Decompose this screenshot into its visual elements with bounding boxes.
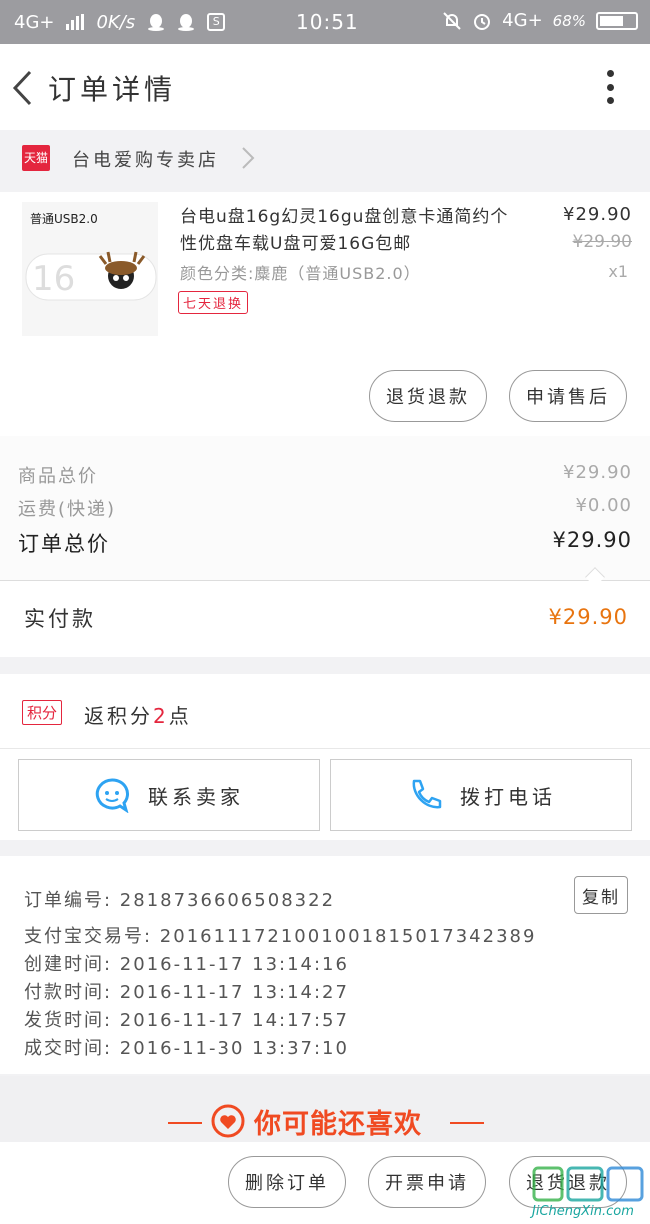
watermark-url: JiChengXin.com	[532, 1204, 634, 1219]
summary-label: 订单总价	[18, 532, 110, 556]
tmall-badge: 天猫	[22, 145, 50, 171]
speed-indicator: 0K/s	[96, 11, 136, 33]
summary-value: ¥29.90	[563, 462, 632, 483]
product-title[interactable]: 台电u盘16g幻灵16gu盘创意卡通简约个性优盘车载U盘可爱16G包邮	[180, 204, 520, 258]
divider	[450, 1122, 484, 1124]
summary-row-shipping: 运费(快递) ¥0.00	[18, 495, 632, 521]
phone-icon	[412, 779, 442, 809]
signal-icon	[66, 14, 85, 30]
qq-icon	[148, 14, 165, 31]
product-price: ¥29.90	[563, 204, 632, 225]
price-summary: 商品总价 ¥29.90 运费(快递) ¥0.00 订单总价 ¥29.90	[0, 436, 650, 580]
paid-time: 付款时间: 2016-11-17 13:14:27	[24, 982, 349, 1003]
summary-value: ¥29.90	[552, 528, 632, 552]
alipay-transaction-number: 支付宝交易号: 2016111721001001815017342389	[24, 926, 537, 947]
shipped-time: 发货时间: 2016-11-17 14:17:57	[24, 1010, 349, 1031]
network-indicator: 4G+	[502, 10, 543, 31]
network-indicator: 4G+	[14, 11, 55, 33]
svg-text:16: 16	[32, 259, 75, 299]
amount-paid-row: 实付款 ¥29.90	[0, 581, 650, 657]
watermark-logo: JiChengXin.com	[530, 1164, 648, 1222]
watermark-emblem	[532, 1166, 644, 1202]
return-policy-tag: 七天退换	[178, 291, 249, 314]
usb-drive-illustration: 16	[25, 251, 157, 301]
s-app-icon: S	[207, 13, 226, 31]
chevron-right-icon	[242, 147, 255, 169]
back-arrow-icon[interactable]	[10, 68, 34, 108]
summary-row-order-total: 订单总价 ¥29.90	[18, 528, 632, 558]
battery-percent: 68%	[552, 11, 586, 30]
refund-return-button[interactable]: 退货退款	[369, 370, 487, 422]
order-info: 订单编号: 2818736606508322 支付宝交易号: 201611172…	[0, 856, 650, 1074]
amount-paid-value: ¥29.90	[548, 605, 628, 629]
mute-bell-icon	[443, 11, 461, 30]
created-time: 创建时间: 2016-11-17 13:14:16	[24, 954, 349, 975]
chat-bubble-icon	[95, 778, 129, 813]
clock: 10:51	[296, 10, 359, 34]
points-row: 积分 返积分2点	[0, 674, 650, 748]
contact-seller-label: 联系卖家	[148, 784, 244, 809]
shop-name: 台电爱购专卖店	[72, 150, 219, 171]
points-badge: 积分	[22, 700, 63, 725]
amount-paid-label: 实付款	[24, 607, 96, 631]
heart-icon	[211, 1104, 245, 1138]
points-count: 2	[153, 704, 169, 728]
battery-icon	[596, 11, 638, 30]
invoice-request-button[interactable]: 开票申请	[368, 1156, 486, 1208]
product-card[interactable]: 普通USB2.0 16 台电u盘16g幻灵16gu盘创意卡通简约个性优盘车载U盘…	[0, 192, 650, 436]
points-text-prefix: 返积分	[84, 704, 153, 728]
shop-row[interactable]: 天猫 台电爱购专卖店	[0, 138, 650, 178]
summary-value: ¥0.00	[575, 495, 632, 516]
delete-order-button[interactable]: 删除订单	[228, 1156, 346, 1208]
call-phone-label: 拨打电话	[460, 784, 556, 809]
product-original-price: ¥29.90	[572, 232, 632, 252]
more-menu-icon[interactable]	[606, 70, 614, 104]
copy-order-number-button[interactable]: 复制	[574, 876, 628, 914]
order-number: 订单编号: 2818736606508322	[24, 890, 336, 911]
alarm-icon	[474, 13, 491, 30]
recommendations-header: 你可能还喜欢	[0, 1076, 650, 1142]
product-sku: 颜色分类:麋鹿（普通USB2.0）	[180, 264, 421, 283]
after-sales-button[interactable]: 申请售后	[509, 370, 627, 422]
contact-seller-button[interactable]: 联系卖家	[18, 759, 320, 831]
product-image[interactable]: 普通USB2.0 16	[22, 202, 158, 336]
summary-label: 运费(快递)	[18, 499, 117, 520]
page-title: 订单详情	[48, 73, 177, 106]
navigation-bar: 订单详情	[0, 44, 650, 130]
summary-label: 商品总价	[18, 466, 98, 487]
contact-row: 联系卖家 拨打电话	[0, 748, 650, 840]
points-text-suffix: 点	[168, 704, 192, 728]
status-bar: 4G+ 0K/s S 10:51 4G+ 68%	[0, 0, 650, 44]
recommendations-title: 你可能还喜欢	[254, 1109, 422, 1140]
points-text: 返积分2点	[84, 700, 192, 729]
call-phone-button[interactable]: 拨打电话	[330, 759, 632, 831]
product-quantity: x1	[608, 262, 628, 281]
completed-time: 成交时间: 2016-11-30 13:37:10	[24, 1038, 349, 1059]
qq-icon	[178, 14, 195, 31]
summary-row-goods-total: 商品总价 ¥29.90	[18, 462, 632, 488]
divider	[168, 1122, 202, 1124]
